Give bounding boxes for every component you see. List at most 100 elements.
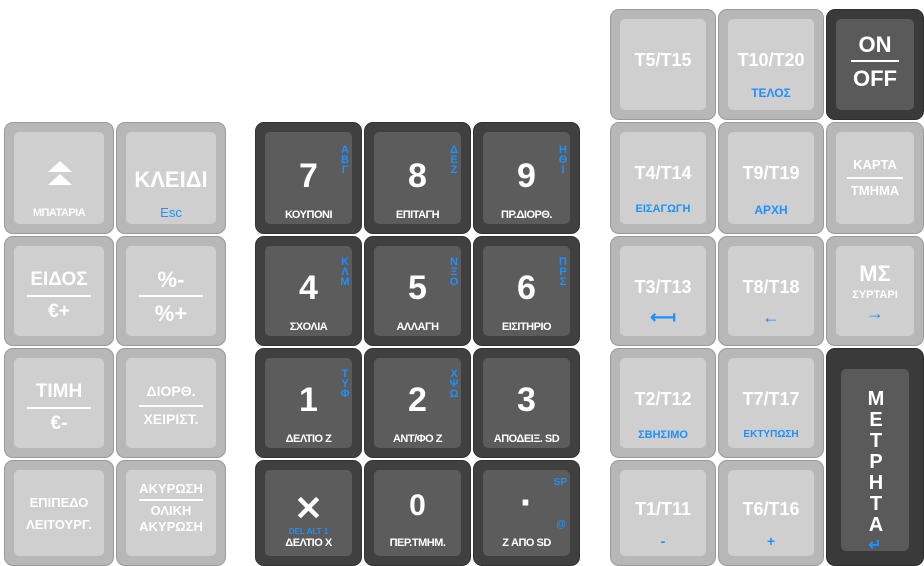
divider [139, 499, 203, 501]
key-5[interactable]: 5 ΝΞΟ ΑΛΛΑΓΗ [364, 236, 471, 346]
percent-minus-label: %- [157, 267, 185, 292]
key-0[interactable]: 0 ΠΕΡ.ΤΜΗΜ. [364, 460, 471, 566]
esc-label: Esc [160, 205, 182, 220]
minus-label: - [660, 533, 666, 549]
z-from-sd-label: Z ΑΠΟ SD [502, 537, 551, 549]
t9-label: T9/T19 [742, 163, 800, 183]
t1-key[interactable]: T1/T11 - [610, 460, 716, 566]
letters-label: ΠΡΣ [559, 256, 567, 288]
t7-key[interactable]: T7/T17 ΕΚΤΥΠΩΣΗ [718, 348, 824, 458]
price-key[interactable]: ΤΙΜΗ €- [4, 348, 114, 458]
euro-plus-label: €+ [48, 301, 70, 322]
t10-label: T10/T20 [737, 50, 805, 70]
key-4[interactable]: 4 ΚΛΜ ΣΧΟΛΙΑ [255, 236, 362, 346]
euro-minus-label: €- [50, 413, 68, 434]
level-label: ΕΠΙΠΕΔΟ [29, 495, 89, 510]
letters-label: ΧΨΩ [449, 368, 459, 400]
percent-plus-label: %+ [154, 301, 188, 326]
percent-key[interactable]: %- %+ [116, 236, 226, 346]
arrow-left-icon: ← [762, 307, 780, 327]
t6-key[interactable]: T6/T16 + [718, 460, 824, 566]
t2-key[interactable]: T2/T12 ΣΒΗΣΙΜΟ [610, 348, 716, 458]
key-2[interactable]: 2 ΧΨΩ ΑΝΤ/ΦΟ Z [364, 348, 471, 458]
key-1[interactable]: 1 ΤΥΦ ΔΕΛΤΙΟ Z [255, 348, 362, 458]
key-x[interactable]: ✕ DEL ALT 1 ΔΕΛΤΙΟ X [255, 460, 362, 566]
key-7[interactable]: 7 ΑΒΓ ΚΟΥΠΟΝΙ [255, 122, 362, 234]
sp-label: SP [553, 477, 567, 488]
end-label: ΤΕΛΟΣ [751, 86, 791, 100]
letters-label: ΑΒΓ [341, 144, 349, 176]
t9-key[interactable]: T9/T19 ΑΡΧΗ [718, 122, 824, 234]
arrow-left-bar-icon: ⟻ [650, 307, 676, 327]
t8-key[interactable]: T8/T18 ← [718, 236, 824, 346]
t4-key[interactable]: T4/T14 ΕΙΣΑΓΩΓΗ [610, 122, 716, 234]
level-key[interactable]: ΕΠΙΠΕΔΟ ΛΕΙΤΟΥΡΓ. [4, 460, 114, 566]
print-label: ΕΚΤΥΠΩΣΗ [743, 429, 799, 440]
card-key[interactable]: ΚΑΡΤΑ ΤΜΗΜΑ [826, 122, 924, 234]
key-8[interactable]: 8 ΔΕΖ ΕΠΙΤΑΓΗ [364, 122, 471, 234]
coupon-label: ΚΟΥΠΟΝΙ [284, 209, 333, 221]
t3-key[interactable]: T3/T13 ⟻ [610, 236, 716, 346]
key-esc-key[interactable]: ΚΛΕΙΔΙ Esc [116, 122, 226, 234]
cheque-label: ΕΠΙΤΑΓΗ [395, 209, 440, 221]
arrow-right-icon: → [866, 303, 884, 323]
void-label-2: ΑΚΥΡΩΣΗ [139, 519, 203, 534]
start-label: ΑΡΧΗ [754, 203, 788, 217]
void-label: ΑΚΥΡΩΣΗ [139, 481, 203, 496]
del-alt-label: DEL ALT 1 [288, 527, 329, 536]
ms-label: ΜΣ [859, 261, 891, 286]
erase-label: ΣΒΗΣΙΜΟ [638, 429, 688, 441]
divider [847, 177, 903, 179]
key-3[interactable]: 3 ΑΠΟΔΕΙΞ. SD [473, 348, 580, 458]
cash-label: ΜΕΤΡΗΤΑ [867, 388, 885, 536]
void-key[interactable]: ΑΚΥΡΩΣΗ ΟΛΙΚΗ ΑΚΥΡΩΣΗ [116, 460, 226, 566]
on-label: ON [858, 32, 892, 57]
key-dot[interactable]: · SP @ Z ΑΠΟ SD [473, 460, 580, 566]
letters-label: ΚΛΜ [340, 256, 350, 288]
page-up-icon [48, 161, 72, 185]
t5-key[interactable]: T5/T15 [610, 9, 716, 120]
x-report-label: ΔΕΛΤΙΟ X [285, 537, 332, 549]
letters-label: ΔΕΖ [450, 144, 458, 176]
card-label: ΚΑΡΤΑ [853, 157, 897, 172]
prev-correction-label: ΠΡ.ΔΙΟΡΘ. [501, 209, 552, 221]
letters-label: ΝΞΟ [449, 256, 459, 288]
correction-key[interactable]: ΔΙΟΡΘ. ΧΕΙΡΙΣΤ. [116, 348, 226, 458]
sd-receipt-label: ΑΠΟΔΕΙΞ. SD [493, 433, 560, 445]
correction-label: ΔΙΟΡΘ. [146, 383, 196, 399]
drawer-key[interactable]: ΜΣ ΣΥΡΤΑΡΙ → [826, 236, 924, 346]
input-label: ΕΙΣΑΓΩΓΗ [635, 203, 691, 215]
t2-label: T2/T12 [634, 389, 692, 409]
z-report-label: ΔΕΛΤΙΟ Z [285, 433, 332, 445]
digit-label: 3 [517, 381, 536, 419]
price-label: ΤΙΜΗ [35, 381, 83, 402]
divider [851, 60, 899, 62]
key-title: ΚΛΕΙΔΙ [134, 167, 208, 192]
drawer-label: ΣΥΡΤΑΡΙ [852, 289, 898, 301]
t4-label: T4/T14 [634, 163, 692, 183]
on-off-key[interactable]: ON OFF [826, 9, 924, 120]
t8-label: T8/T18 [742, 277, 800, 297]
total-label: ΟΛΙΚΗ [150, 503, 192, 518]
cash-key[interactable]: ΜΕΤΡΗΤΑ ↵ [826, 348, 924, 566]
divider [27, 407, 91, 409]
operator-label: ΧΕΙΡΙΣΤ. [143, 411, 199, 427]
key-9[interactable]: 9 ΗΘΙ ΠΡ.ΔΙΟΡΘ. [473, 122, 580, 234]
z-copy-label: ΑΝΤ/ΦΟ Z [392, 433, 443, 445]
ticket-label: ΕΙΣΙΤΗΡΙΟ [501, 321, 552, 333]
t6-label: T6/T16 [742, 499, 800, 519]
key-6[interactable]: 6 ΠΡΣ ΕΙΣΙΤΗΡΙΟ [473, 236, 580, 346]
plus-label: + [766, 533, 776, 549]
letters-label: ΤΥΦ [340, 368, 350, 400]
divider [139, 405, 203, 407]
t10-key[interactable]: T10/T20 ΤΕΛΟΣ [718, 9, 824, 120]
change-label: ΑΛΛΑΓΗ [396, 321, 439, 333]
kind-top-label: ΕΙΔΟΣ [30, 269, 88, 290]
letters-label: ΗΘΙ [558, 144, 568, 176]
battery-key[interactable]: ΜΠΑΤΑΡΙΑ [4, 122, 114, 234]
enter-icon: ↵ [868, 537, 882, 554]
multiply-icon: ✕ [294, 490, 323, 528]
off-label: OFF [853, 66, 897, 91]
kind-key[interactable]: ΕΙΔΟΣ €+ [4, 236, 114, 346]
t3-label: T3/T13 [634, 277, 692, 297]
